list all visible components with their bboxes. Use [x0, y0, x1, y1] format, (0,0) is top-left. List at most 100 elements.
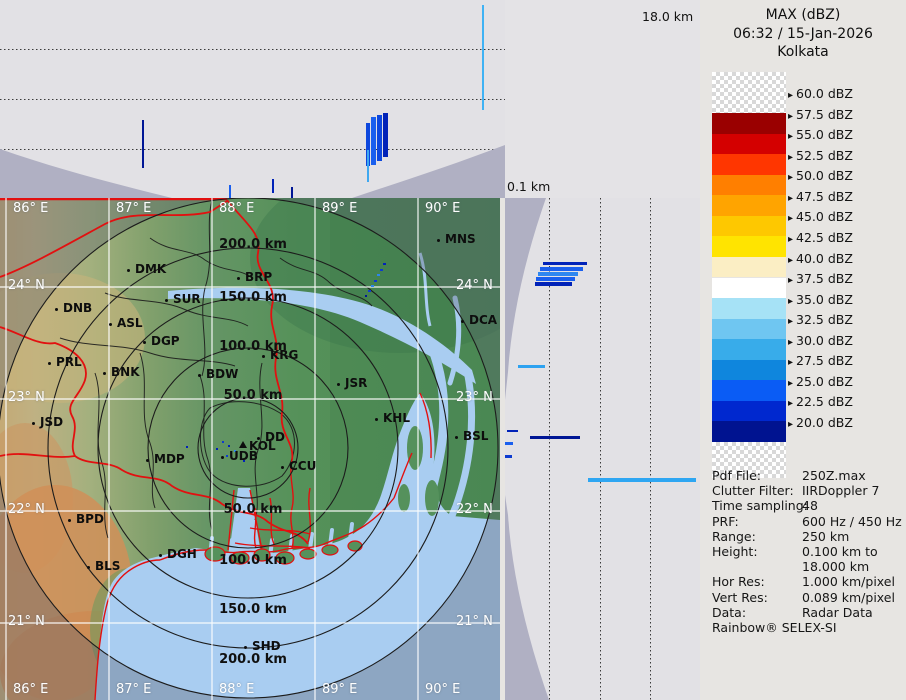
info-label: Height: — [712, 544, 758, 559]
tick-arrow-icon: ▸ — [788, 213, 793, 224]
info-value: 18.000 km — [802, 559, 869, 574]
legend-panel: MAX (dBZ) 06:32 / 15-Jan-2026 Kolkata ▸ 6… — [700, 0, 906, 700]
scale-band — [712, 319, 786, 340]
scale-band — [712, 421, 786, 442]
info-value: 0.089 km/pixel — [802, 590, 895, 605]
info-value: Radar Data — [802, 605, 873, 620]
scale-band — [712, 154, 786, 175]
radar-echo — [507, 430, 518, 432]
info-value: 48 — [802, 498, 818, 513]
tick-arrow-icon: ▸ — [788, 337, 793, 348]
radar-echo — [374, 280, 377, 282]
scale-tick-label: ▸32.5 dBZ — [788, 312, 853, 327]
radar-echo — [234, 450, 236, 452]
scale-band — [712, 113, 786, 134]
ew-echoes — [142, 5, 484, 198]
radar-echo — [505, 455, 512, 458]
scale-band — [712, 216, 786, 237]
blind-cone-left — [0, 149, 172, 198]
corner-area — [505, 0, 706, 198]
software-brand: Rainbow® SELEX-SI — [712, 620, 837, 635]
info-label: Time sampling: — [712, 498, 808, 513]
scale-tick-label: ▸55.0 dBZ — [788, 127, 853, 142]
blind-cone-top — [505, 198, 546, 400]
tick-arrow-icon: ▸ — [788, 90, 793, 101]
info-value: 250Z.max — [802, 468, 866, 483]
product-header: MAX (dBZ) 06:32 / 15-Jan-2026 Kolkata — [700, 6, 906, 62]
tick-arrow-icon: ▸ — [788, 357, 793, 368]
tick-arrow-icon: ▸ — [788, 234, 793, 245]
scale-tick-label: ▸35.0 dBZ — [788, 292, 853, 307]
tick-arrow-icon: ▸ — [788, 111, 793, 122]
radar-echo — [538, 272, 578, 276]
radar-echo — [377, 274, 380, 276]
radar-echo — [535, 282, 572, 286]
scale-tick-label: ▸42.5 dBZ — [788, 230, 853, 245]
product-name: MAX (dBZ) — [700, 6, 906, 25]
tick-arrow-icon: ▸ — [788, 275, 793, 286]
info-value: 600 Hz / 450 Hz — [802, 514, 902, 529]
scale-tick-label: ▸50.0 dBZ — [788, 168, 853, 183]
radar-echo — [540, 267, 583, 271]
radar-echo — [216, 448, 218, 450]
radar-echo — [383, 263, 386, 265]
radar-echo — [186, 446, 188, 448]
radar-echo — [588, 478, 696, 482]
tick-arrow-icon: ▸ — [788, 193, 793, 204]
info-value: 1.000 km/pixel — [802, 574, 895, 589]
scale-band — [712, 236, 786, 257]
tick-arrow-icon: ▸ — [788, 378, 793, 389]
tick-arrow-icon: ▸ — [788, 255, 793, 266]
scale-band — [712, 360, 786, 381]
info-label: Hor Res: — [712, 574, 765, 589]
radar-echo — [377, 115, 382, 161]
radar-echo — [518, 365, 545, 368]
radar-echo — [536, 277, 575, 281]
ns-projection-plot — [505, 198, 700, 700]
radar-echo — [291, 187, 293, 198]
radar-echo — [228, 445, 230, 447]
map-plot — [0, 198, 500, 700]
scale-tick-label: ▸37.5 dBZ — [788, 271, 853, 286]
scale-tick-label: ▸22.5 dBZ — [788, 394, 853, 409]
info-value: 250 km — [802, 529, 849, 544]
radar-echo — [229, 185, 231, 198]
scale-band — [712, 134, 786, 155]
tick-arrow-icon: ▸ — [788, 131, 793, 142]
scale-tick-label: ▸40.0 dBZ — [788, 251, 853, 266]
scale-tick-label: ▸30.0 dBZ — [788, 333, 853, 348]
scale-tick-label: ▸45.0 dBZ — [788, 209, 853, 224]
scale-band-above-max — [712, 72, 786, 113]
info-label: PRF: — [712, 514, 739, 529]
radar-echo — [272, 179, 274, 193]
blind-cone-bottom — [505, 495, 549, 700]
radar-echo — [380, 269, 383, 271]
info-label: Pdf File: — [712, 468, 761, 483]
tick-arrow-icon: ▸ — [788, 398, 793, 409]
scale-band — [712, 298, 786, 319]
info-label: Clutter Filter: — [712, 483, 794, 498]
scale-tick-label: ▸57.5 dBZ — [788, 107, 853, 122]
radar-echo — [530, 436, 580, 439]
scale-tick-label: ▸52.5 dBZ — [788, 148, 853, 163]
scale-tick-label: ▸25.0 dBZ — [788, 374, 853, 389]
info-label: Data: — [712, 605, 746, 620]
radar-echo — [383, 113, 388, 157]
ew-projection-panel — [0, 0, 505, 198]
radar-echo — [226, 455, 228, 457]
ns-projection-panel — [505, 198, 700, 700]
tick-arrow-icon: ▸ — [788, 296, 793, 307]
scale-tick-label: ▸47.5 dBZ — [788, 189, 853, 204]
scale-band — [712, 380, 786, 401]
radar-echo — [505, 442, 513, 445]
radar-echo — [142, 120, 144, 168]
scale-band — [712, 175, 786, 196]
tick-arrow-icon: ▸ — [788, 172, 793, 183]
info-value: 0.100 km to — [802, 544, 878, 559]
radar-echo — [365, 295, 367, 297]
product-datetime: 06:32 / 15-Jan-2026 — [700, 25, 906, 44]
info-value: IIRDoppler 7 — [802, 483, 879, 498]
radar-echo — [367, 150, 369, 182]
tick-arrow-icon: ▸ — [788, 316, 793, 327]
height-axis-min-label: 0.1 km — [507, 179, 550, 194]
